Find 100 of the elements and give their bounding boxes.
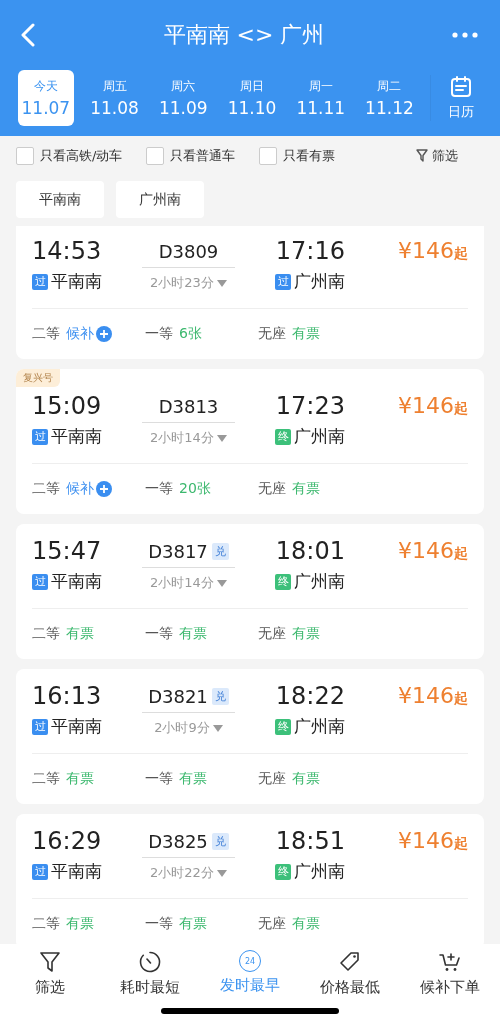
arrival-station: 广州南 bbox=[294, 270, 345, 293]
sort-tab[interactable]: 价格最低 bbox=[300, 950, 400, 1002]
departure-station: 平南南 bbox=[51, 860, 102, 883]
price: ¥146起 bbox=[398, 682, 468, 710]
price-tag-icon bbox=[338, 950, 362, 974]
caret-icon bbox=[216, 579, 227, 587]
price: ¥146起 bbox=[398, 537, 468, 565]
route-title: 平南南 <> 广州 bbox=[163, 21, 325, 49]
add-icon[interactable] bbox=[96, 481, 112, 497]
departure-station: 平南南 bbox=[51, 270, 102, 293]
train-badge: 兑 bbox=[211, 542, 229, 560]
arrival-time: 17:16 bbox=[275, 236, 345, 266]
arrival-time: 18:22 bbox=[275, 681, 345, 711]
filter-checkbox[interactable]: 只看普通车 bbox=[146, 147, 236, 165]
funnel-icon bbox=[416, 149, 428, 163]
train-number: D3821 bbox=[148, 685, 208, 707]
arrival-station: 广州南 bbox=[294, 570, 345, 593]
seat-status: 有票 bbox=[292, 770, 320, 788]
departure-time: 15:09 bbox=[32, 391, 103, 421]
sort-tab[interactable]: 候补下单 bbox=[400, 950, 500, 1002]
seat-class: 无座 bbox=[258, 915, 286, 933]
seat-class: 二等 bbox=[32, 325, 60, 343]
departure-station: 平南南 bbox=[51, 715, 102, 738]
seat-status: 有票 bbox=[179, 770, 207, 788]
arrival-station: 广州南 bbox=[294, 715, 345, 738]
seat-class: 二等 bbox=[32, 480, 60, 498]
train-number: D3809 bbox=[158, 240, 219, 262]
seat-status: 有票 bbox=[292, 625, 320, 643]
arrival-station: 广州南 bbox=[294, 425, 345, 448]
departure-time: 16:13 bbox=[32, 681, 103, 711]
arrival-time: 17:23 bbox=[275, 391, 345, 421]
station-tag: 过 bbox=[32, 863, 48, 880]
departure-time: 16:29 bbox=[32, 826, 103, 856]
train-number: D3813 bbox=[158, 395, 219, 417]
filter-button[interactable]: 筛选 bbox=[416, 147, 458, 165]
price: ¥146起 bbox=[398, 392, 468, 420]
departure-station: 平南南 bbox=[51, 425, 102, 448]
caret-icon bbox=[216, 869, 227, 877]
seat-class: 无座 bbox=[258, 480, 286, 498]
back-icon[interactable] bbox=[20, 23, 36, 47]
station-tag: 终 bbox=[275, 863, 291, 880]
price: ¥146起 bbox=[398, 827, 468, 855]
seat-status: 有票 bbox=[66, 625, 94, 643]
seat-status: 有票 bbox=[292, 325, 320, 343]
seat-status: 20张 bbox=[179, 480, 211, 498]
station-tag: 过 bbox=[32, 718, 48, 735]
timer-icon bbox=[138, 950, 162, 974]
departure-time: 14:53 bbox=[32, 236, 103, 266]
seat-status: 候补 bbox=[66, 480, 94, 498]
caret-icon bbox=[216, 279, 227, 287]
seat-class: 二等 bbox=[32, 625, 60, 643]
seat-class: 二等 bbox=[32, 915, 60, 933]
seat-class: 一等 bbox=[145, 915, 173, 933]
seat-status: 有票 bbox=[66, 915, 94, 933]
station-tag: 终 bbox=[275, 718, 291, 735]
seat-status: 候补 bbox=[66, 325, 94, 343]
seat-status: 有票 bbox=[179, 915, 207, 933]
train-card[interactable]: 复兴号 15:09 过 平南南 D3813 2小时14分 17:23 终 广州南 ¥146起 二等 候补 一等 20张 无座 有票 bbox=[16, 369, 484, 514]
arrival-time: 18:01 bbox=[275, 536, 345, 566]
station-tag: 过 bbox=[32, 428, 48, 445]
train-card[interactable]: 15:47 过 平南南 D3817 兑 2小时14分 18:01 终 广州南 ¥146起 二等 有票 一等 有票 无座 有票 bbox=[16, 524, 484, 659]
more-icon[interactable] bbox=[452, 32, 478, 38]
caret-icon bbox=[212, 724, 223, 732]
departure-station: 平南南 bbox=[51, 570, 102, 593]
arrival-station: 广州南 bbox=[294, 860, 345, 883]
station-tag: 终 bbox=[275, 428, 291, 445]
train-number: D3825 bbox=[148, 830, 208, 852]
departure-time: 15:47 bbox=[32, 536, 103, 566]
sort-tab[interactable]: 筛选 bbox=[0, 950, 100, 1002]
sort-tab[interactable]: 耗时最短 bbox=[100, 950, 200, 1002]
seat-class: 二等 bbox=[32, 770, 60, 788]
seat-class: 一等 bbox=[145, 325, 173, 343]
funnel-icon bbox=[38, 950, 62, 974]
seat-status: 有票 bbox=[292, 480, 320, 498]
train-badge: 兑 bbox=[211, 687, 229, 705]
seat-status: 有票 bbox=[66, 770, 94, 788]
cart-icon bbox=[438, 950, 462, 974]
seat-class: 无座 bbox=[258, 770, 286, 788]
filter-checkbox[interactable]: 只看有票 bbox=[259, 147, 336, 165]
train-number: D3817 bbox=[148, 540, 208, 562]
station-tag: 终 bbox=[275, 573, 291, 590]
station-tag: 过 bbox=[32, 573, 48, 590]
station-chip[interactable]: 广州南 bbox=[116, 181, 204, 218]
seat-status: 有票 bbox=[292, 915, 320, 933]
arrival-time: 18:51 bbox=[275, 826, 345, 856]
seat-class: 一等 bbox=[145, 770, 173, 788]
seat-status: 有票 bbox=[179, 625, 207, 643]
seat-class: 一等 bbox=[145, 625, 173, 643]
station-tag: 过 bbox=[32, 273, 48, 290]
train-card[interactable]: 16:13 过 平南南 D3821 兑 2小时9分 18:22 终 广州南 ¥146起 二等 有票 一等 有票 无座 有票 bbox=[16, 669, 484, 804]
caret-icon bbox=[216, 434, 227, 442]
train-card[interactable]: 14:53 过 平南南 D3809 2小时23分 17:16 过 广州南 ¥146起 二等 候补 一等 6张 无座 有票 bbox=[16, 226, 484, 359]
station-chip[interactable]: 平南南 bbox=[16, 181, 104, 218]
train-card[interactable]: 16:29 过 平南南 D3825 兑 2小时22分 18:51 终 广州南 ¥146起 二等 有票 一等 有票 无座 有票 bbox=[16, 814, 484, 944]
seat-class: 一等 bbox=[145, 480, 173, 498]
filter-checkbox[interactable]: 只看高铁/动车 bbox=[16, 147, 123, 165]
calendar-icon bbox=[448, 75, 473, 99]
seat-class: 无座 bbox=[258, 325, 286, 343]
add-icon[interactable] bbox=[96, 326, 112, 342]
seat-status: 6张 bbox=[179, 325, 202, 343]
